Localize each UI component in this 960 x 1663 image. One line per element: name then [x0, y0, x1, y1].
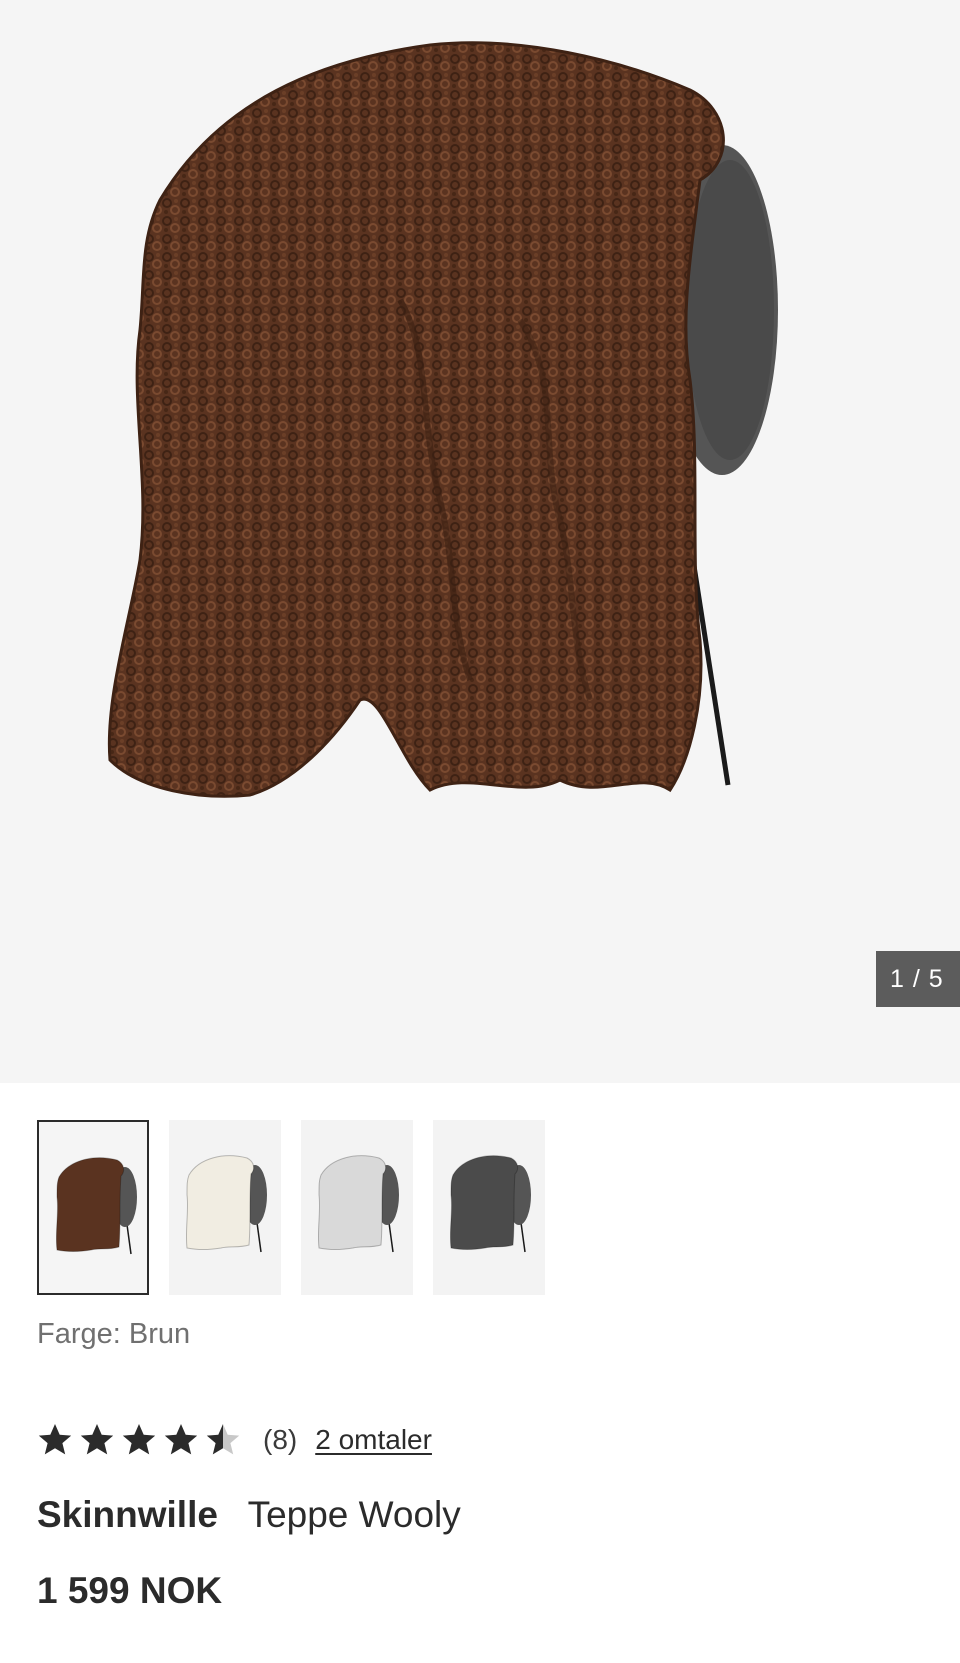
throw-thumbnail-image	[55, 1157, 137, 1255]
product-title: Skinnwille Teppe Wooly	[37, 1494, 461, 1536]
rating-count: (8)	[263, 1424, 298, 1455]
thumbnail-4[interactable]	[433, 1120, 545, 1295]
star-half-icon	[206, 1424, 240, 1455]
main-product-image[interactable]: 1 / 5	[0, 0, 960, 1083]
thumbnail-1[interactable]	[37, 1120, 149, 1295]
throw-thumbnail-image	[185, 1155, 267, 1253]
brand-name[interactable]: Skinnwille	[37, 1494, 218, 1535]
star-rating	[37, 1422, 241, 1458]
thumbnail-strip	[37, 1120, 545, 1295]
star-full-icon	[122, 1424, 156, 1455]
color-label: Farge:	[37, 1318, 121, 1350]
image-counter: 1 / 5	[876, 951, 960, 1007]
star-full-icon	[164, 1424, 198, 1455]
rating-row: (8) 2 omtaler	[37, 1418, 432, 1462]
throw-thumbnail-image	[449, 1155, 531, 1253]
product-page: 1 / 5 Farge: Brun (8) 2 omtaler Skinnwil…	[0, 0, 960, 1663]
brown-wool-throw-on-chair-image	[107, 41, 778, 798]
thumbnail-3[interactable]	[301, 1120, 413, 1295]
throw-thumbnail-image	[317, 1155, 399, 1253]
selected-color: Farge: Brun	[37, 1318, 190, 1351]
reviews-link[interactable]: 2 omtaler	[315, 1424, 432, 1456]
product-name: Teppe Wooly	[247, 1494, 461, 1535]
star-full-icon	[38, 1424, 72, 1455]
star-full-icon	[80, 1424, 114, 1455]
product-price: 1 599 NOK	[37, 1570, 223, 1611]
color-value: Brun	[128, 1318, 191, 1350]
thumbnail-2[interactable]	[169, 1120, 281, 1295]
